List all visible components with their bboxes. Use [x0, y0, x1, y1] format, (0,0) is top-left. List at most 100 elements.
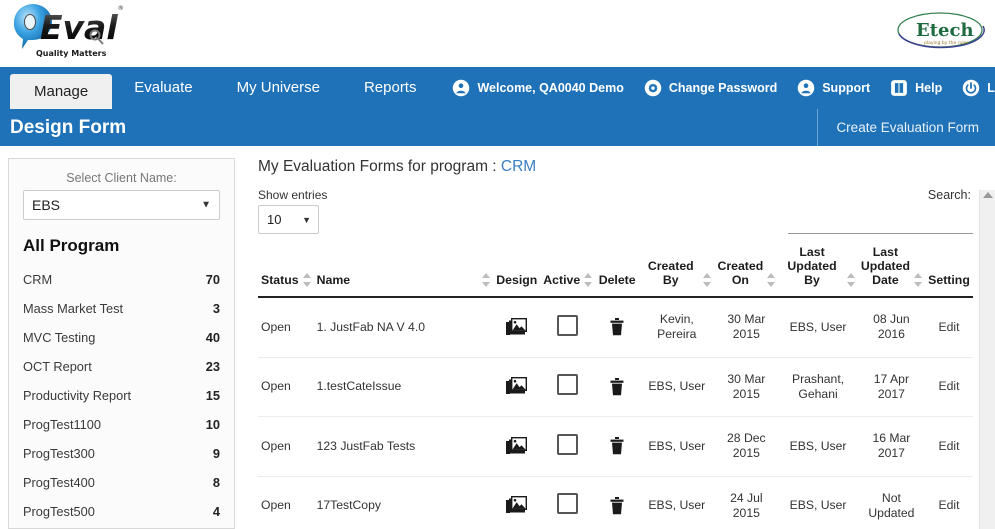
qeval-logo[interactable]: Eval ® Quality Matters	[10, 2, 135, 60]
edit-link[interactable]: Edit	[938, 379, 959, 393]
cell-delete[interactable]	[595, 357, 639, 417]
cell-design[interactable]	[493, 476, 540, 529]
trash-icon[interactable]	[610, 377, 624, 395]
cell-setting[interactable]: Edit	[925, 357, 973, 417]
column-header-status[interactable]: Status	[258, 238, 314, 298]
table-controls: Show entries 10 ▼ Search:	[258, 188, 973, 234]
column-header-label: Delete	[598, 273, 636, 287]
cell-design[interactable]	[493, 297, 540, 357]
page-titlebar: Design Form Create Evaluation Form	[0, 109, 995, 146]
support-button[interactable]: Support	[797, 79, 870, 97]
column-header-label: Design	[496, 273, 538, 287]
create-evaluation-form-link[interactable]: Create Evaluation Form	[836, 120, 979, 135]
entries-select-value: 10	[267, 212, 282, 227]
cell-created-on: 30 Mar 2015	[727, 371, 766, 401]
trash-icon[interactable]	[610, 318, 624, 336]
cell-setting[interactable]: Edit	[925, 297, 973, 357]
svg-text:playing by the rules: playing by the rules	[924, 40, 969, 46]
sidebar-item-mass-market-test[interactable]: Mass Market Test 3	[23, 294, 220, 323]
images-icon[interactable]	[505, 436, 528, 454]
cell-delete[interactable]	[595, 476, 639, 529]
nav-tab-reports[interactable]: Reports	[342, 67, 439, 109]
cell-design[interactable]	[493, 357, 540, 417]
logout-button[interactable]: Logout	[962, 79, 995, 97]
forms-heading-program[interactable]: CRM	[501, 158, 536, 175]
branding-bar: Eval ® Quality Matters QEval Quality Mat…	[0, 0, 995, 67]
cell-created-on: 24 Jul 2015	[730, 490, 763, 520]
sidebar-item-progtest400[interactable]: ProgTest400 8	[23, 468, 220, 497]
sidebar-item-count: 3	[212, 301, 220, 316]
nav-tab-my-universe[interactable]: My Universe	[215, 67, 342, 109]
scroll-up-arrow-icon[interactable]	[982, 192, 993, 198]
cell-design[interactable]	[493, 417, 540, 477]
sort-arrows-icon	[703, 273, 712, 287]
active-checkbox[interactable]	[557, 374, 579, 396]
sidebar-item-oct-report[interactable]: OCT Report 23	[23, 352, 220, 381]
column-header-label: Last Updated By	[787, 245, 837, 287]
show-entries-control: Show entries 10 ▼	[258, 188, 327, 234]
cell-active[interactable]	[540, 476, 595, 529]
active-checkbox[interactable]	[557, 314, 579, 336]
sidebar-item-progtest500[interactable]: ProgTest500 4	[23, 497, 220, 526]
edit-link[interactable]: Edit	[938, 498, 959, 512]
sidebar-item-productivity-report[interactable]: Productivity Report 15	[23, 381, 220, 410]
sidebar-item-label: ProgTest400	[23, 475, 95, 490]
all-program-heading: All Program	[23, 236, 120, 255]
cell-setting[interactable]: Edit	[925, 476, 973, 529]
cell-status: Open	[261, 498, 291, 513]
cell-delete[interactable]	[595, 297, 639, 357]
page-scrollbar[interactable]	[979, 190, 995, 529]
active-checkbox[interactable]	[557, 433, 579, 455]
etech-logo[interactable]: Etech . playing by the rules	[895, 6, 985, 54]
column-header-last-updated-date[interactable]: Last Updated Date	[857, 238, 925, 298]
nav-tab-manage[interactable]: Manage	[10, 74, 113, 109]
svg-text:®: ®	[118, 4, 125, 12]
column-header-label: Name	[316, 273, 351, 287]
column-header-created-by[interactable]: Created By	[639, 238, 715, 298]
cell-active[interactable]	[540, 357, 595, 417]
page-title: Design Form	[10, 116, 127, 138]
help-button[interactable]: Help	[890, 79, 942, 97]
sidebar-item-progtest1100[interactable]: ProgTest1100 10	[23, 410, 220, 439]
change-password-button[interactable]: Change Password	[644, 79, 777, 97]
images-icon[interactable]	[505, 496, 528, 514]
edit-link[interactable]: Edit	[938, 439, 959, 453]
sidebar-item-progtest300[interactable]: ProgTest300 9	[23, 439, 220, 468]
sidebar-item-label: MVC Testing	[23, 330, 96, 345]
welcome-user-label: Welcome, QA0040 Demo	[477, 81, 624, 95]
svg-text:Eval: Eval	[40, 8, 118, 47]
column-header-label: Setting	[928, 273, 970, 287]
cell-active[interactable]	[540, 297, 595, 357]
sidebar-item-label: ProgTest500	[23, 504, 95, 519]
sort-arrows-icon	[302, 273, 311, 287]
client-select[interactable]: EBS ▼	[23, 190, 220, 220]
images-icon[interactable]	[505, 317, 528, 335]
cell-active[interactable]	[540, 417, 595, 477]
column-header-last-updated-by[interactable]: Last Updated By	[778, 238, 858, 298]
cell-last-updated-date: 08 Jun 2016	[873, 312, 910, 342]
sidebar-item-crm[interactable]: CRM 70	[23, 265, 220, 294]
active-checkbox[interactable]	[557, 493, 579, 515]
entries-select[interactable]: 10 ▼	[258, 205, 319, 234]
edit-link[interactable]: Edit	[938, 320, 959, 334]
table-row: Open 1.testCateIssue EBS, User 30 Mar 20…	[258, 357, 973, 417]
cell-setting[interactable]: Edit	[925, 417, 973, 477]
cell-last-updated-date: 17 Apr 2017	[873, 371, 910, 401]
trash-icon[interactable]	[610, 437, 624, 455]
column-header-label: Active	[543, 273, 581, 287]
sidebar-item-label: Mass Market Test	[23, 301, 124, 316]
power-icon	[962, 79, 980, 97]
search-input[interactable]	[788, 212, 973, 234]
column-header-created-on[interactable]: Created On	[714, 238, 779, 298]
column-header-active[interactable]: Active	[540, 238, 596, 298]
cell-last-updated-by: Prashant, Gehani	[791, 371, 845, 401]
sidebar-item-label: ProgTest300	[23, 446, 95, 461]
column-header-name[interactable]: Name	[313, 238, 494, 298]
column-header-design: Design	[493, 238, 541, 298]
images-icon[interactable]	[505, 377, 528, 395]
nav-tab-evaluate[interactable]: Evaluate	[112, 67, 214, 109]
welcome-user[interactable]: Welcome, QA0040 Demo	[452, 79, 624, 97]
cell-delete[interactable]	[595, 417, 639, 477]
sidebar-item-mvc-testing[interactable]: MVC Testing 40	[23, 323, 220, 352]
trash-icon[interactable]	[610, 496, 624, 514]
